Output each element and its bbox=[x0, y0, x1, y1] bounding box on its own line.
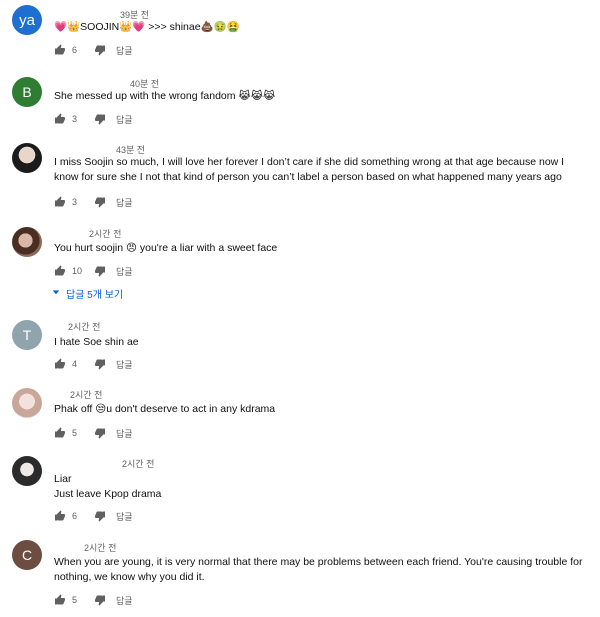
like-count: 3 bbox=[72, 197, 78, 207]
view-replies-label: 답글 5개 보기 bbox=[66, 290, 124, 301]
avatar[interactable] bbox=[12, 227, 42, 257]
thumbs-down-icon[interactable] bbox=[94, 510, 106, 522]
comment-actions: 4 답글 bbox=[54, 357, 133, 371]
reply-button[interactable]: 답글 bbox=[116, 44, 133, 57]
comment-actions: 6 답글 bbox=[54, 509, 133, 523]
comment-actions: 3 답글 bbox=[54, 112, 133, 126]
reply-button[interactable]: 답글 bbox=[116, 265, 133, 278]
comment-actions: 5 답글 bbox=[54, 593, 133, 607]
caret-down-icon bbox=[52, 288, 60, 299]
comment-time: 2시간 전 bbox=[84, 543, 117, 553]
comment-text: Phak off 😒u don't deserve to act in any … bbox=[54, 403, 276, 415]
like-count: 5 bbox=[72, 595, 78, 605]
comment-actions: 6 답글 bbox=[54, 43, 133, 57]
reply-button[interactable]: 답글 bbox=[116, 358, 133, 371]
thumbs-up-icon[interactable] bbox=[54, 358, 66, 370]
comment-text: I miss Soojin so much, I will love her f… bbox=[54, 156, 565, 183]
thumbs-up-icon[interactable] bbox=[54, 594, 66, 606]
reply-button[interactable]: 답글 bbox=[116, 427, 133, 440]
thumbs-down-icon[interactable] bbox=[94, 594, 106, 606]
comment-text: 💗👑SOOJIN👑💗 >>> shinae💩🤢🤮 bbox=[54, 21, 240, 33]
like-count: 4 bbox=[72, 359, 78, 369]
comment-text: I hate Soe shin ae bbox=[54, 336, 139, 348]
view-replies-button[interactable]: 답글 5개 보기 bbox=[52, 286, 123, 301]
avatar[interactable]: C bbox=[12, 540, 42, 570]
thumbs-up-icon[interactable] bbox=[54, 196, 66, 208]
comment-text: You hurt soojin 😠 you're a liar with a s… bbox=[54, 242, 278, 254]
thumbs-down-icon[interactable] bbox=[94, 196, 106, 208]
comment-text: When you are young, it is very normal th… bbox=[54, 556, 583, 583]
reply-button[interactable]: 답글 bbox=[116, 196, 133, 209]
like-count: 10 bbox=[72, 266, 83, 276]
comment-actions: 5 답글 bbox=[54, 426, 133, 440]
comment-time: 2시간 전 bbox=[68, 322, 101, 332]
reply-button[interactable]: 답글 bbox=[116, 113, 133, 126]
thumbs-down-icon[interactable] bbox=[94, 265, 106, 277]
thumbs-down-icon[interactable] bbox=[94, 113, 106, 125]
like-count: 5 bbox=[72, 428, 78, 438]
comment-text: She messed up with the wrong fandom 😹😹😹 bbox=[54, 90, 276, 102]
comment-time: 2시간 전 bbox=[122, 459, 155, 469]
comment-time: 2시간 전 bbox=[89, 229, 122, 239]
reply-button[interactable]: 답글 bbox=[116, 594, 133, 607]
thumbs-up-icon[interactable] bbox=[54, 427, 66, 439]
thumbs-up-icon[interactable] bbox=[54, 510, 66, 522]
thumbs-up-icon[interactable] bbox=[54, 113, 66, 125]
avatar[interactable]: B bbox=[12, 77, 42, 107]
comment-actions: 10 답글 bbox=[54, 264, 133, 278]
thumbs-up-icon[interactable] bbox=[54, 265, 66, 277]
thumbs-down-icon[interactable] bbox=[94, 427, 106, 439]
reply-button[interactable]: 답글 bbox=[116, 510, 133, 523]
like-count: 6 bbox=[72, 511, 78, 521]
comment-text-line-2: Just leave Kpop drama bbox=[54, 488, 162, 500]
thumbs-down-icon[interactable] bbox=[94, 44, 106, 56]
comment-text-line-1: Liar bbox=[54, 473, 72, 485]
thumbs-up-icon[interactable] bbox=[54, 44, 66, 56]
thumbs-down-icon[interactable] bbox=[94, 358, 106, 370]
avatar[interactable]: T bbox=[12, 320, 42, 350]
avatar[interactable]: ya bbox=[12, 5, 42, 35]
comment-actions: 3 답글 bbox=[54, 195, 133, 209]
comment-time: 2시간 전 bbox=[70, 390, 103, 400]
avatar[interactable] bbox=[12, 388, 42, 418]
avatar[interactable] bbox=[12, 143, 42, 173]
like-count: 3 bbox=[72, 114, 78, 124]
like-count: 6 bbox=[72, 45, 78, 55]
avatar[interactable] bbox=[12, 456, 42, 486]
